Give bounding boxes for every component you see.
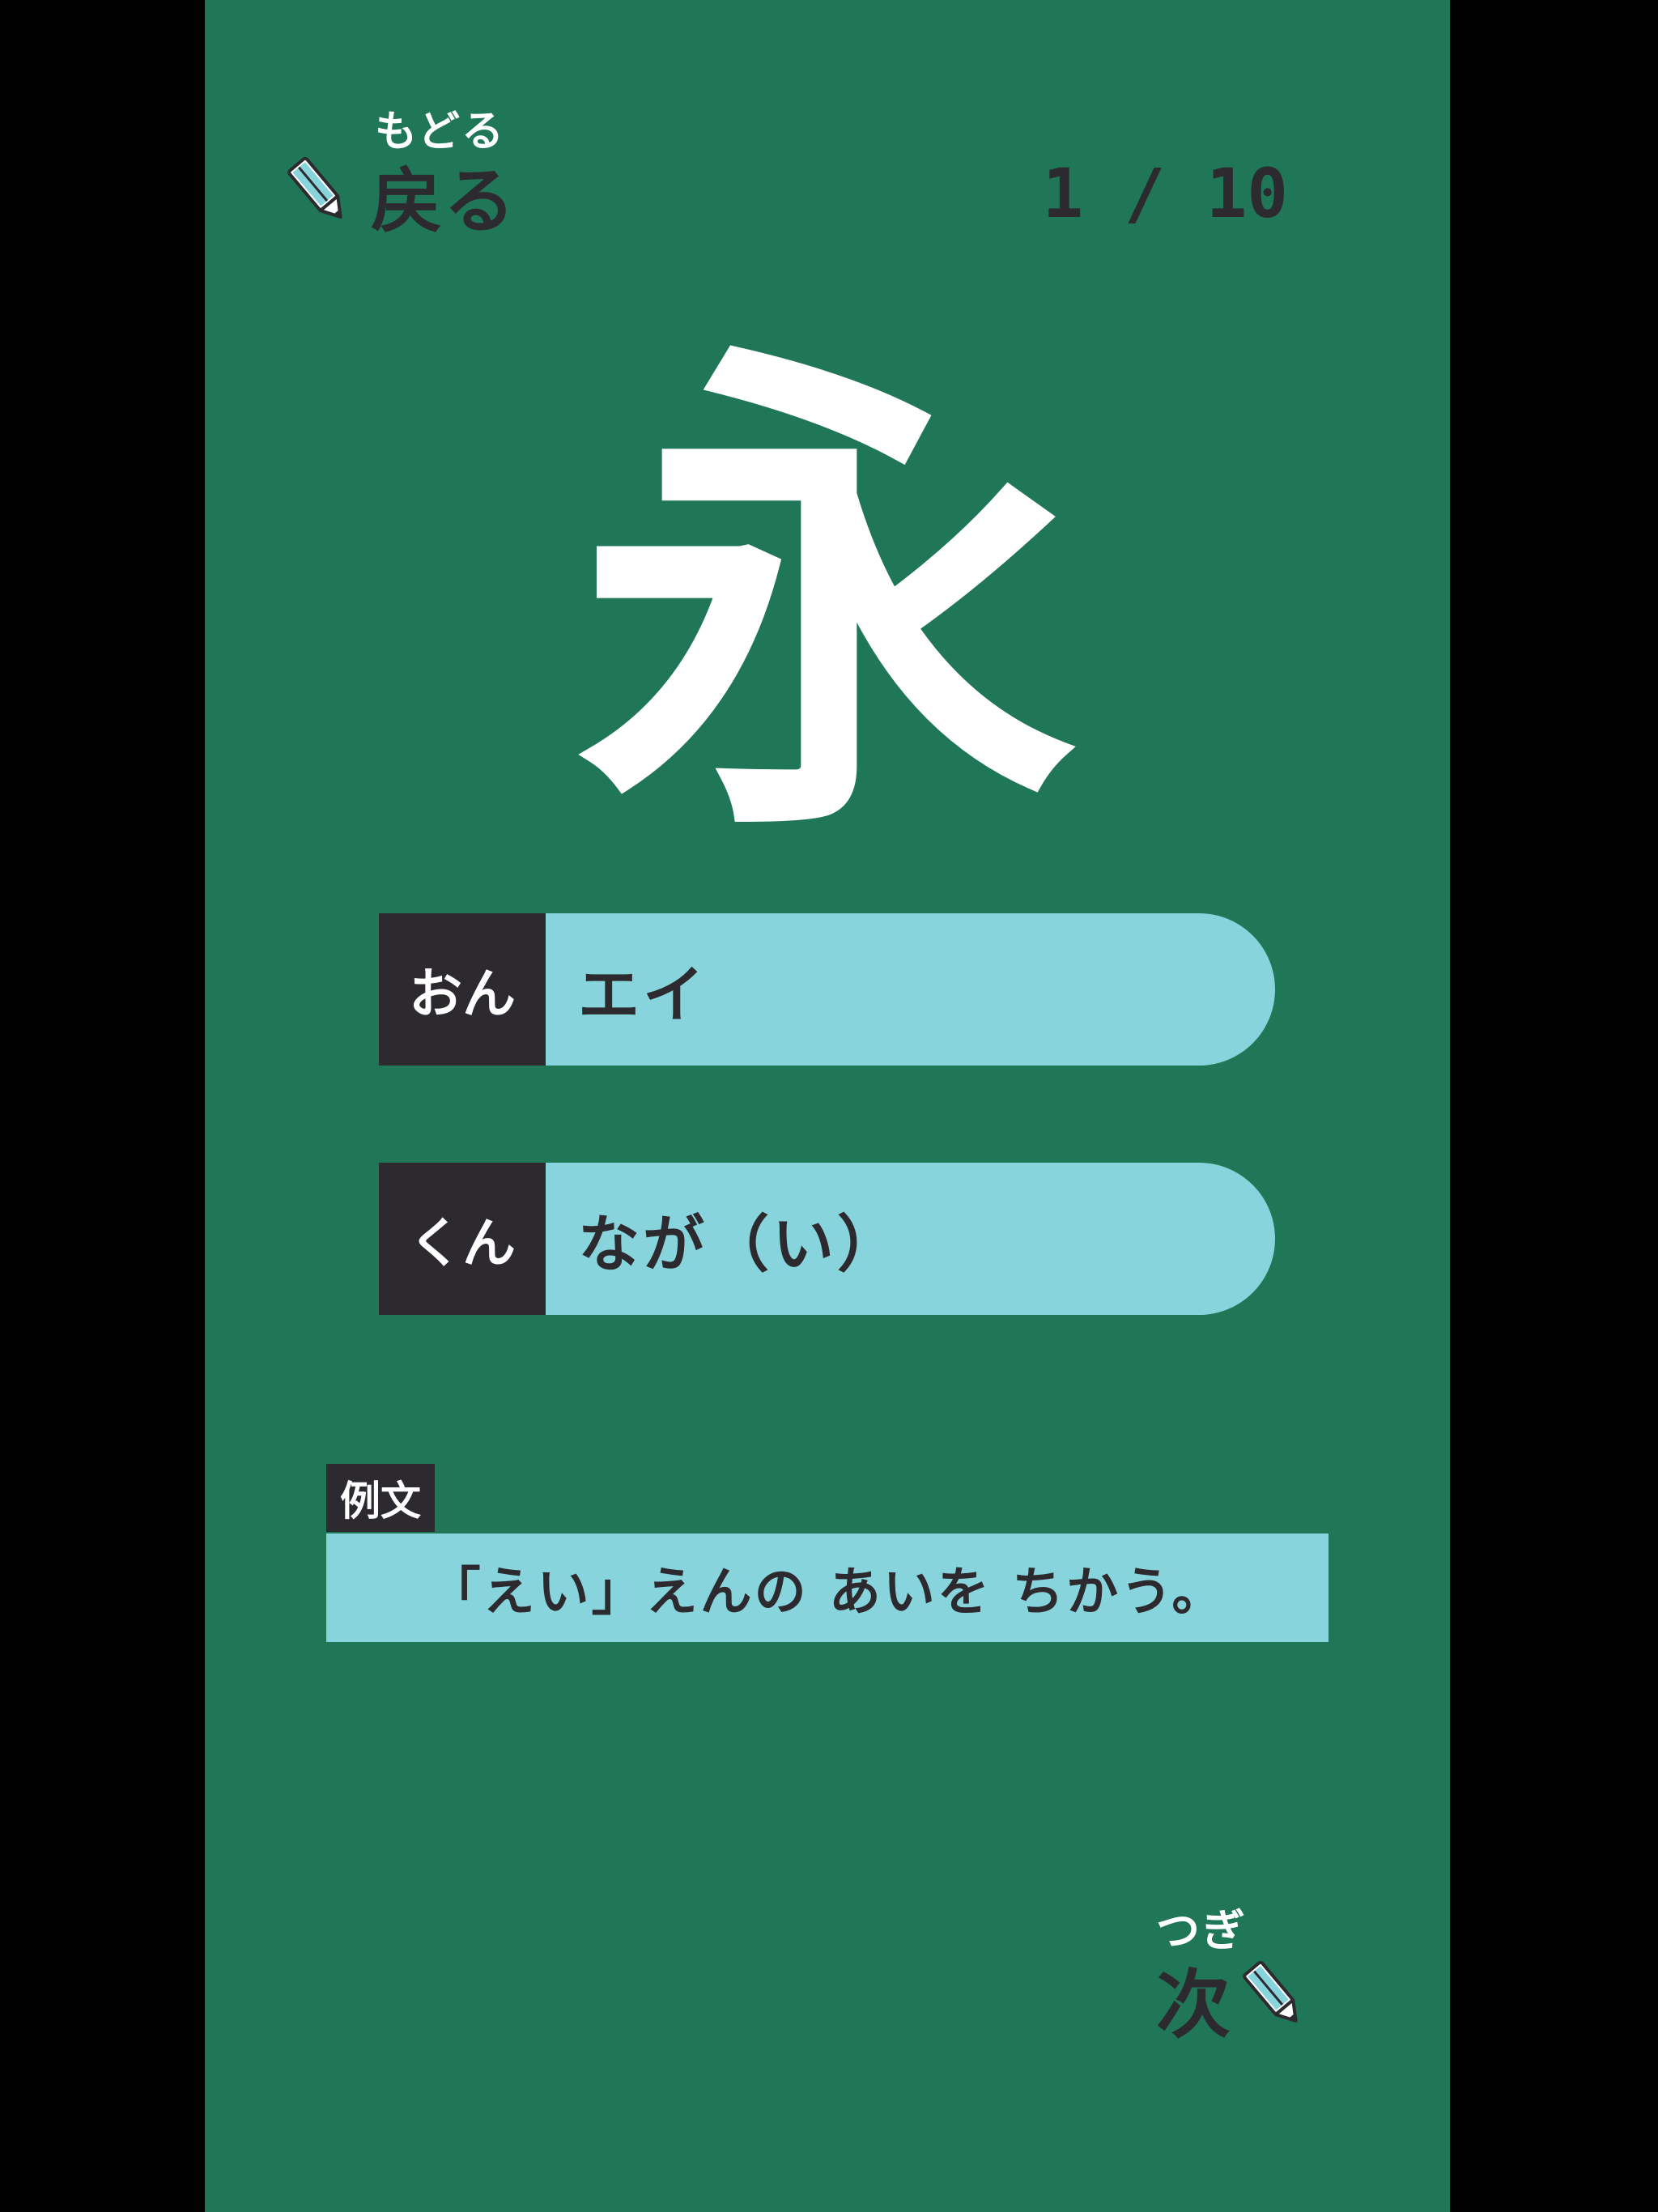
kun-reading-row: くん なが（い） xyxy=(379,1163,1275,1315)
next-label: 次 xyxy=(1156,1962,1231,2048)
example-sentence: 「えい」えんの あいを ちかう。 xyxy=(326,1534,1329,1642)
on-reading-row: おん エイ xyxy=(379,913,1275,1066)
example-label: 例文 xyxy=(326,1464,435,1532)
progress-counter: 1 / 10 xyxy=(1042,154,1288,233)
back-label: 戻る xyxy=(371,160,517,243)
on-reading-tag: おん xyxy=(379,913,546,1066)
kanji-character: 永 xyxy=(576,304,1078,894)
pencil-icon xyxy=(287,156,342,219)
back-button[interactable]: もどる 戻る xyxy=(286,97,529,243)
kun-reading-value: なが（い） xyxy=(546,1163,1275,1315)
next-button[interactable]: つぎ 次 xyxy=(1148,1895,1334,2048)
kun-reading-tag: くん xyxy=(379,1163,546,1315)
on-reading-value: エイ xyxy=(546,913,1275,1066)
flashcard-screen: もどる 戻る 1 / 10 永 おん エイ くん なが（い） 例文 「えい」えん… xyxy=(205,0,1450,2212)
pencil-icon xyxy=(1243,1960,1298,2023)
